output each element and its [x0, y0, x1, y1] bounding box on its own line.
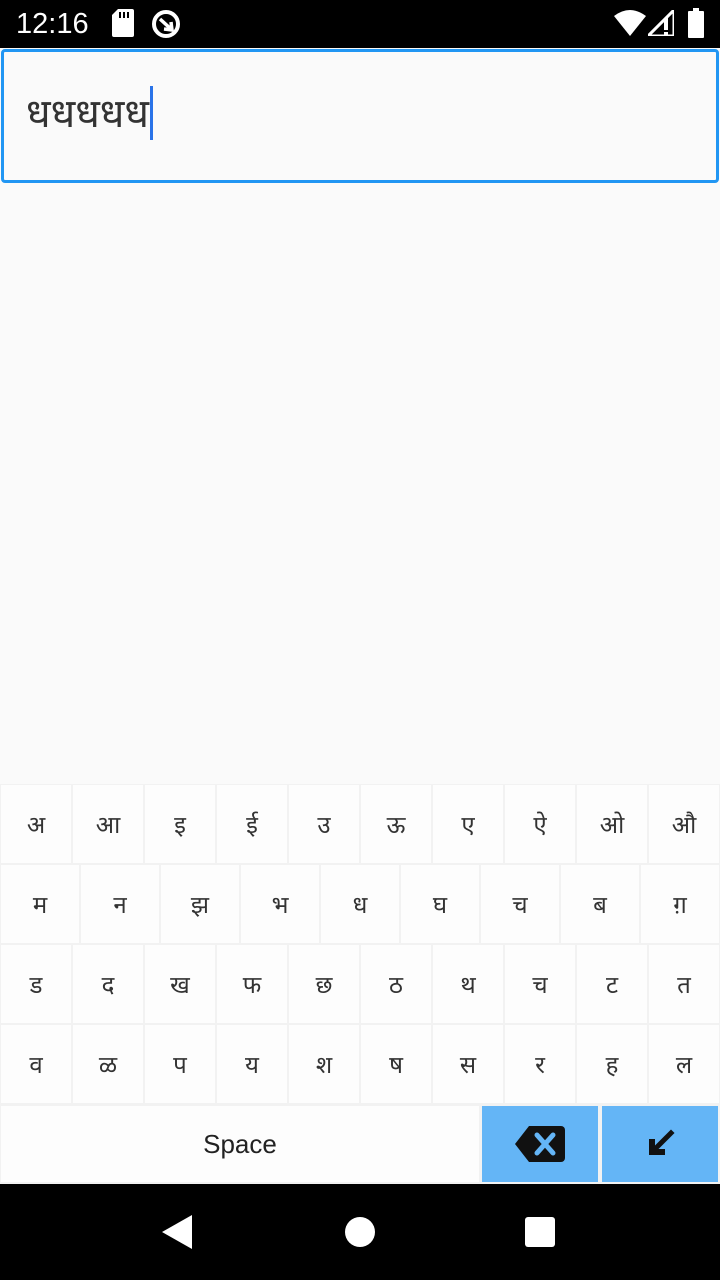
key[interactable]: ध [321, 865, 399, 943]
sd-card-icon [112, 9, 134, 37]
wifi-icon [614, 10, 646, 36]
status-bar: 12:16 [0, 0, 720, 48]
key[interactable]: च [505, 945, 575, 1023]
key[interactable]: अ [1, 785, 71, 863]
key[interactable]: ओ [577, 785, 647, 863]
navigation-bar [0, 1184, 720, 1280]
keyboard-row-1: अ आ इ ई उ ऊ ए ऐ ओ औ [0, 784, 720, 864]
key[interactable]: व [1, 1025, 71, 1103]
key[interactable]: झ [161, 865, 239, 943]
key[interactable]: प [145, 1025, 215, 1103]
home-button[interactable] [312, 1184, 408, 1280]
key[interactable]: ग़ [641, 865, 719, 943]
key[interactable]: ड [1, 945, 71, 1023]
key[interactable]: ष [361, 1025, 431, 1103]
key[interactable]: ट [577, 945, 647, 1023]
keyboard-row-4: व ळ प य श ष स र ह ल [0, 1024, 720, 1104]
key[interactable]: आ [73, 785, 143, 863]
key[interactable]: फ [217, 945, 287, 1023]
key[interactable]: ख [145, 945, 215, 1023]
status-time: 12:16 [16, 8, 89, 40]
key[interactable]: स [433, 1025, 503, 1103]
key[interactable]: औ [649, 785, 719, 863]
keyboard-row-3: ड द ख फ छ ठ थ च ट त [0, 944, 720, 1024]
text-input-content: धधधधध [26, 86, 153, 142]
key[interactable]: छ [289, 945, 359, 1023]
key[interactable]: घ [401, 865, 479, 943]
text-input-value: धधधधध [26, 91, 149, 137]
text-caret [150, 86, 153, 140]
data-saver-icon [152, 10, 180, 38]
key[interactable]: ऐ [505, 785, 575, 863]
keyboard-row-2: म न झ भ ध घ च ब ग़ [0, 864, 720, 944]
key[interactable]: ह [577, 1025, 647, 1103]
recents-button[interactable] [492, 1184, 588, 1280]
key[interactable]: थ [433, 945, 503, 1023]
back-icon [162, 1215, 192, 1249]
key[interactable]: ए [433, 785, 503, 863]
key[interactable]: च [481, 865, 559, 943]
key[interactable]: भ [241, 865, 319, 943]
key[interactable]: ऊ [361, 785, 431, 863]
key[interactable]: ळ [73, 1025, 143, 1103]
key[interactable]: त [649, 945, 719, 1023]
key[interactable]: उ [289, 785, 359, 863]
key[interactable]: न [81, 865, 159, 943]
battery-icon [688, 8, 704, 38]
recents-icon [525, 1217, 555, 1247]
key[interactable]: म [1, 865, 79, 943]
space-key[interactable]: Space [1, 1106, 479, 1182]
key[interactable]: र [505, 1025, 575, 1103]
text-input[interactable]: धधधधध [1, 49, 719, 183]
key[interactable]: ल [649, 1025, 719, 1103]
key[interactable]: ई [217, 785, 287, 863]
key[interactable]: इ [145, 785, 215, 863]
backspace-key[interactable] [482, 1106, 598, 1182]
backspace-icon [515, 1126, 565, 1162]
hindi-keyboard: अ आ इ ई उ ऊ ए ऐ ओ औ म न झ भ ध घ च ब ग़ ड… [0, 784, 720, 1184]
key[interactable]: य [217, 1025, 287, 1103]
key[interactable]: ब [561, 865, 639, 943]
back-button[interactable] [130, 1184, 226, 1280]
home-icon [345, 1217, 375, 1247]
key[interactable]: द [73, 945, 143, 1023]
key[interactable]: ठ [361, 945, 431, 1023]
enter-key[interactable] [602, 1106, 718, 1182]
key[interactable]: श [289, 1025, 359, 1103]
enter-arrow-icon [649, 1129, 675, 1155]
signal-icon [648, 10, 674, 36]
